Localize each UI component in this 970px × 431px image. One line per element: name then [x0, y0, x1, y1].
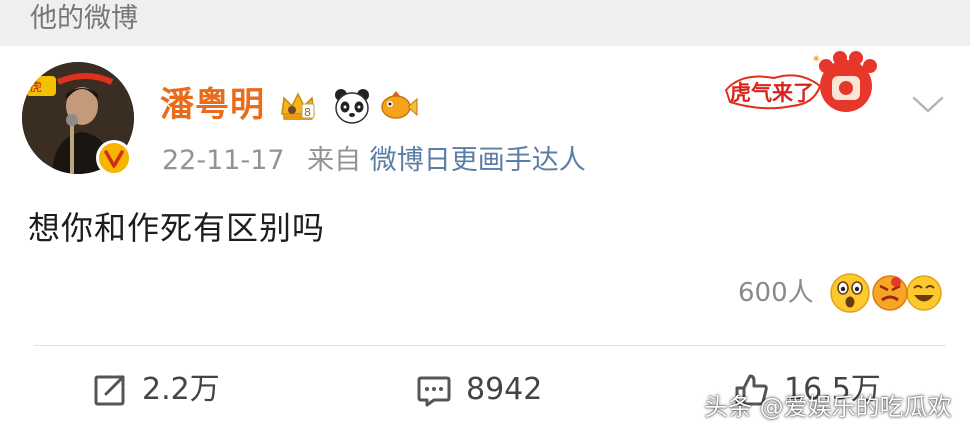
- svg-text:8: 8: [304, 106, 311, 119]
- watermark-text: 头条 @爱娱乐的吃瓜欢: [704, 393, 952, 421]
- verified-v-icon: [96, 140, 132, 176]
- repost-count: 2.2万: [142, 372, 220, 407]
- post-date: 22-11-17: [162, 145, 285, 176]
- repost-icon: [94, 375, 125, 406]
- section-header: 他的微博: [0, 0, 970, 46]
- divider: [34, 345, 946, 346]
- post-text: 想你和作死有区别吗: [28, 209, 326, 247]
- comment-count: 8942: [466, 372, 543, 407]
- fish-badge-icon[interactable]: [378, 86, 418, 126]
- reaction-count[interactable]: 600人: [738, 276, 814, 310]
- source-prefix: 来自: [307, 145, 362, 176]
- section-title: 他的微博: [30, 3, 138, 34]
- reaction-emojis[interactable]: [828, 268, 948, 316]
- banner-text: 虎气来了: [730, 81, 814, 105]
- comment-icon: [417, 376, 451, 407]
- source-link[interactable]: 微博日更画手达人: [370, 145, 586, 176]
- tiger-paw-banner-icon[interactable]: 虎气来了 ✷: [722, 50, 902, 132]
- repost-button[interactable]: 2.2万: [92, 368, 220, 412]
- surprised-emoji-icon: [830, 273, 870, 313]
- author-name[interactable]: 潘粤明: [160, 83, 265, 127]
- post-meta: 22-11-17 来自 微博日更画手达人: [162, 144, 586, 178]
- svg-text:虎: 虎: [30, 80, 42, 94]
- panda-badge-icon[interactable]: [332, 86, 372, 126]
- svg-text:✷: ✷: [812, 54, 820, 65]
- laughing-emoji-icon: [906, 275, 942, 311]
- angry-emoji-icon: [872, 275, 908, 311]
- comment-button[interactable]: 8942: [416, 368, 542, 412]
- chevron-down-icon[interactable]: [910, 92, 946, 116]
- crown-badge-icon[interactable]: 8: [278, 86, 318, 126]
